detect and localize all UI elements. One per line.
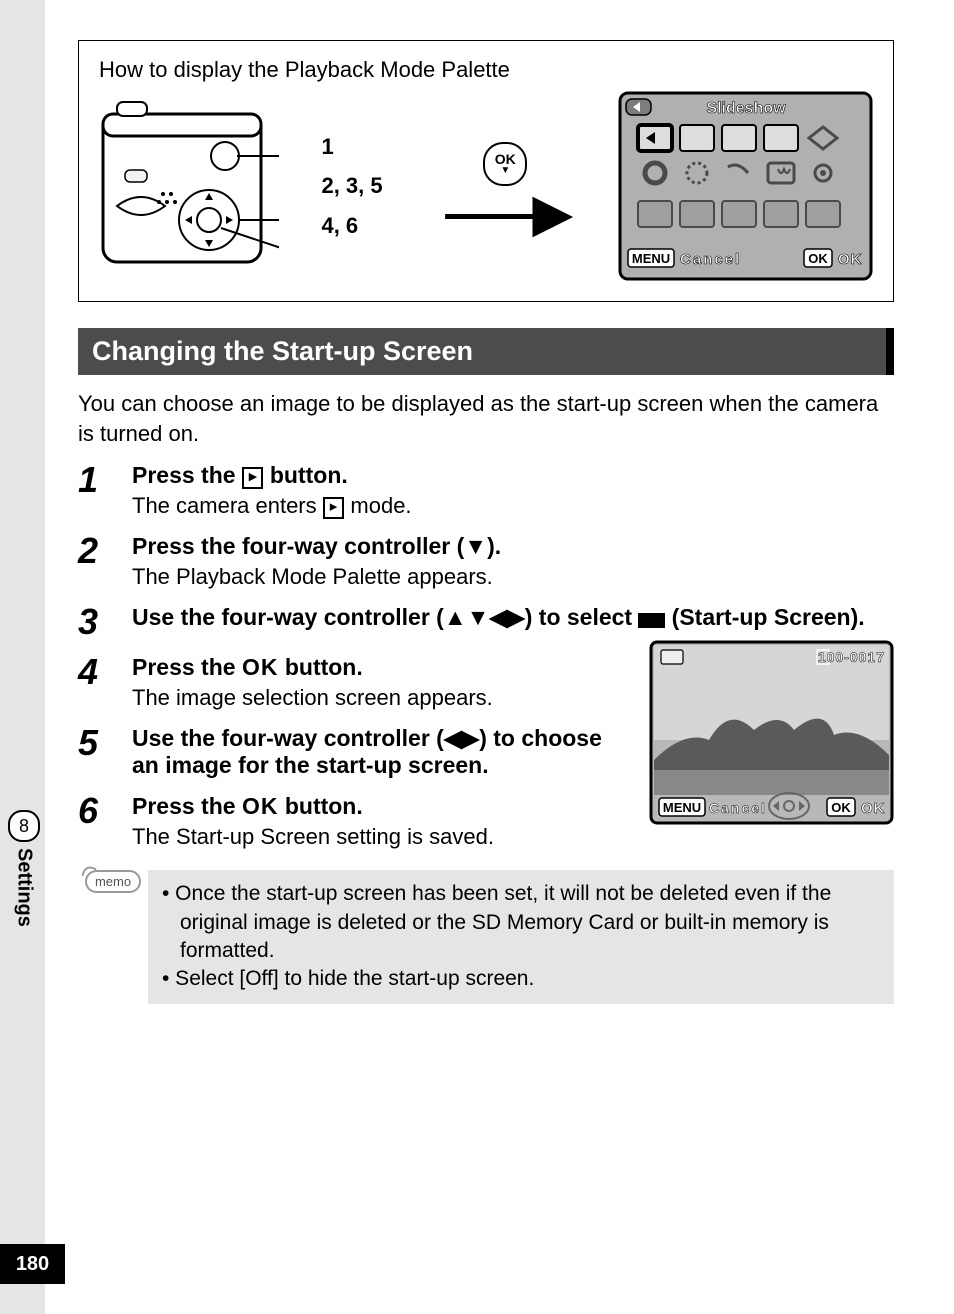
cancel-label: Cancel [709, 800, 767, 816]
page-content: How to display the Playback Mode Palette [78, 40, 894, 1004]
step-heading: Press the ▸ button. [132, 462, 894, 489]
step-heading: Press the four-way controller (▼). [132, 533, 894, 560]
step-number: 4 [78, 654, 132, 711]
diagram-step-labels: 1 2, 3, 5 4, 6 [321, 127, 382, 246]
cancel-label: Cancel [680, 251, 741, 268]
step-5: 5 Use the four-way controller (◀▶) to ch… [78, 725, 629, 779]
ok-button-icon: OK ▼ [483, 142, 527, 186]
memo-bullet-2: • Select [Off] to hide the start-up scre… [162, 965, 880, 993]
ok-box-label: OK [831, 800, 851, 815]
step-number: 1 [78, 462, 132, 519]
startup-screen-icon [638, 613, 665, 628]
intro-text: You can choose an image to be displayed … [78, 389, 894, 448]
step-number: 6 [78, 793, 132, 850]
step-heading: Press the OK button. [132, 654, 629, 681]
chapter-number: 8 [8, 810, 40, 842]
step-number: 5 [78, 725, 132, 779]
step-1: 1 Press the ▸ button. The camera enters … [78, 462, 894, 519]
memo-text: • Once the start-up screen has been set,… [148, 870, 894, 1003]
step-2: 2 Press the four-way controller (▼). The… [78, 533, 894, 590]
left-margin [0, 0, 45, 1314]
menu-label: MENU [663, 800, 701, 815]
playback-palette-screen: Slideshow [618, 91, 873, 281]
file-number: 100-0017 [818, 649, 885, 665]
camera-back-illustration [99, 96, 279, 276]
step-3: 3 Use the four-way controller (▲▼◀▶) to … [78, 604, 894, 640]
menu-label: MENU [632, 251, 670, 266]
memo-label: memo [85, 870, 141, 893]
screen-title: Slideshow [706, 100, 786, 117]
frame-title: How to display the Playback Mode Palette [99, 57, 873, 83]
step-desc: The Start-up Screen setting is saved. [132, 824, 629, 850]
memo-bullet-1: • Once the start-up screen has been set,… [162, 880, 880, 965]
label-235: 2, 3, 5 [321, 166, 382, 206]
section-heading: Changing the Start-up Screen [78, 328, 894, 375]
manual-page: 180 8 Settings How to display the Playba… [0, 0, 954, 1314]
ok-arrow-group: OK ▼ ——▶ [445, 142, 565, 231]
page-number: 180 [0, 1244, 65, 1284]
ok-button-label: OK [495, 152, 516, 166]
playback-icon: ▸ [242, 467, 264, 489]
step-number: 3 [78, 604, 132, 640]
step-desc: The camera enters ▸ mode. [132, 493, 894, 519]
right-arrow-icon: ——▶ [445, 196, 565, 231]
step-number: 2 [78, 533, 132, 590]
label-1: 1 [321, 127, 382, 167]
ok-label: OK [861, 800, 886, 817]
chapter-tab: 8 Settings [8, 810, 40, 927]
step-desc: The image selection screen appears. [132, 685, 629, 711]
chapter-label: Settings [13, 848, 36, 927]
memo-block: memo • Once the start-up screen has been… [78, 870, 894, 1003]
ok-box-label: OK [808, 251, 828, 266]
step-6: 6 Press the OK button. The Start-up Scre… [78, 793, 629, 850]
down-triangle-icon: ▼ [500, 166, 510, 176]
step-4: 4 Press the OK button. The image selecti… [78, 654, 629, 711]
image-selection-screen: 100-0017 MENU Cancel OK OK [649, 640, 894, 825]
step-heading: Press the OK button. [132, 793, 629, 820]
playback-icon: ▸ [323, 497, 345, 519]
step-desc: The Playback Mode Palette appears. [132, 564, 894, 590]
step-heading: Use the four-way controller (◀▶) to choo… [132, 725, 629, 779]
step-heading: Use the four-way controller (▲▼◀▶) to se… [132, 604, 894, 631]
label-46: 4, 6 [321, 206, 382, 246]
howto-frame: How to display the Playback Mode Palette [78, 40, 894, 302]
memo-icon: memo [78, 870, 148, 893]
ok-label: OK [838, 251, 863, 268]
